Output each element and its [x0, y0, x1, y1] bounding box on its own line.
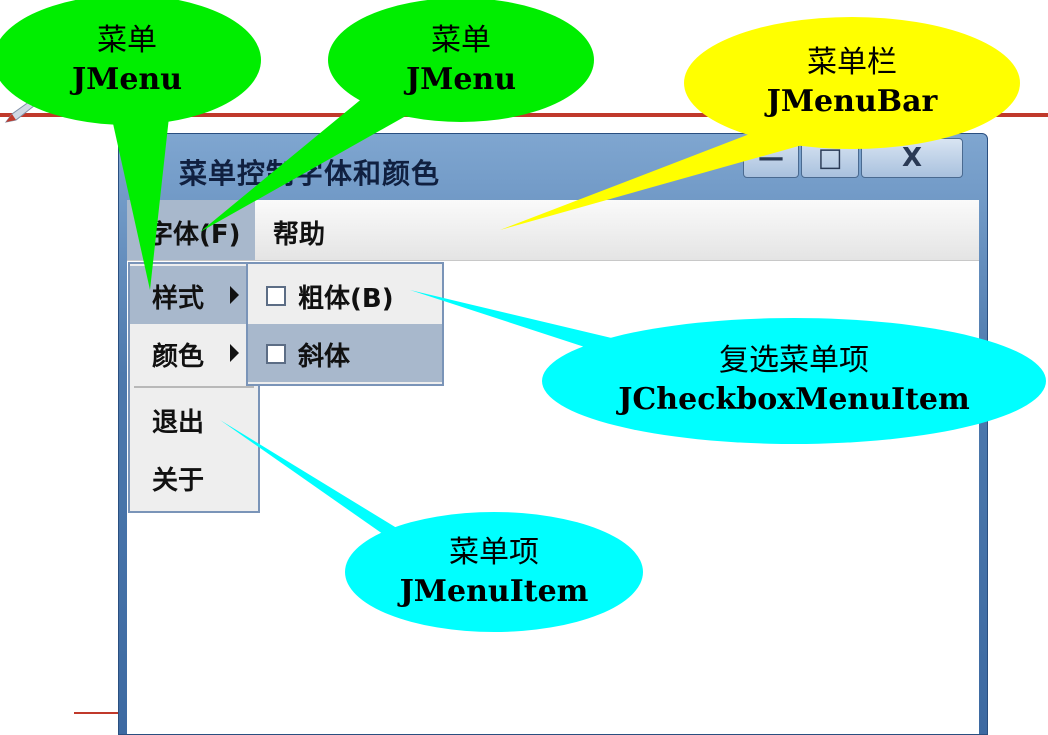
callout-cn-text: 菜单栏: [807, 45, 897, 80]
callout-jmenubar: 菜单栏 JMenuBar: [686, 22, 1018, 144]
callout-tail: [500, 130, 820, 230]
callout-tail: [110, 108, 170, 290]
callout-cn-text: 菜单项: [449, 535, 539, 570]
callout-en-text: JMenuItem: [399, 574, 589, 609]
callout-en-text: JMenu: [405, 62, 517, 97]
callout-jmenu-2: 菜单 JMenu: [334, 0, 588, 122]
callout-cn-text: 复选菜单项: [719, 343, 869, 378]
callout-en-text: JMenu: [71, 62, 183, 97]
callout-en-text: JCheckboxMenuItem: [618, 382, 970, 417]
callout-cn-text: 菜单: [97, 23, 157, 58]
callout-jcheckboxmenuitem: 复选菜单项 JCheckboxMenuItem: [544, 320, 1044, 442]
callout-cn-text: 菜单: [431, 23, 491, 58]
callout-jmenuitem: 菜单项 JMenuItem: [346, 512, 642, 634]
callout-jmenu-1: 菜单 JMenu: [0, 0, 254, 122]
callout-en-text: JMenuBar: [766, 84, 938, 119]
